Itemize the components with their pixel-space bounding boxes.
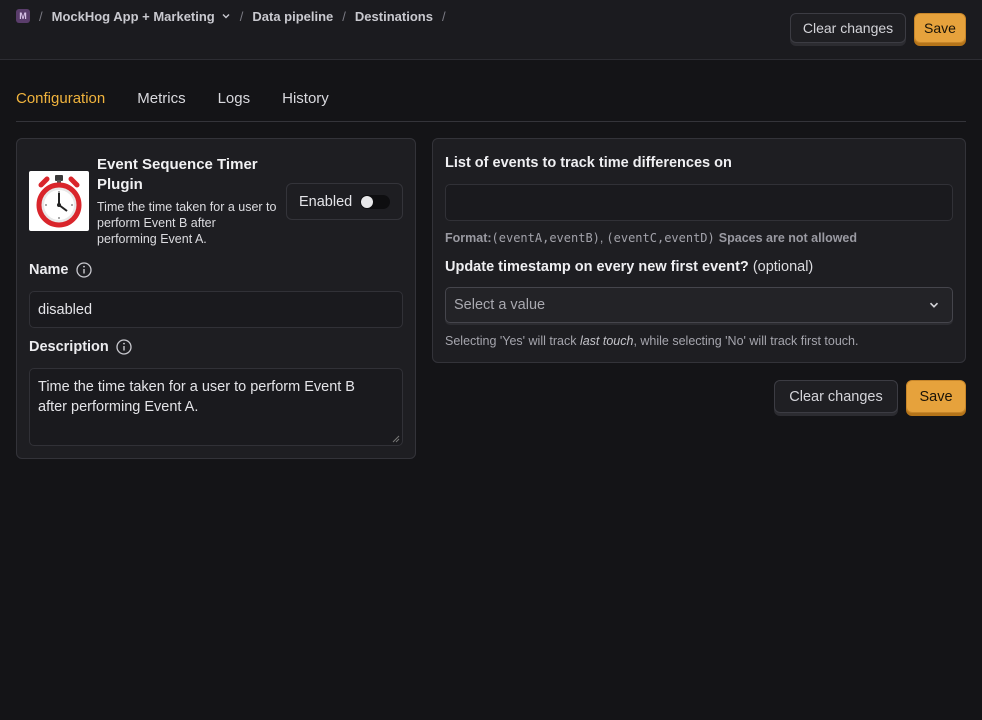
breadcrumb-separator: / (39, 8, 43, 24)
breadcrumb: M / MockHog App + Marketing / Data pipel… (16, 7, 455, 25)
format-example-2: (eventC,eventD) (606, 231, 715, 245)
top-bar: M / MockHog App + Marketing / Data pipel… (0, 0, 982, 60)
enabled-toggle[interactable] (360, 195, 390, 209)
breadcrumb-separator: / (441, 8, 446, 24)
breadcrumb-separator: / (239, 8, 244, 24)
plugin-logo (29, 171, 89, 231)
chevron-down-icon[interactable] (221, 11, 231, 21)
timestamp-label: Update timestamp on every new first even… (445, 259, 749, 275)
info-icon[interactable] (116, 339, 132, 355)
breadcrumb-separator: / (342, 8, 346, 24)
help-emphasis: last touch (579, 334, 634, 348)
clear-changes-button[interactable]: Clear changes (790, 13, 906, 43)
toggle-knob (361, 196, 373, 208)
name-label: Name (29, 262, 69, 278)
breadcrumb-destinations[interactable]: Destinations (355, 9, 433, 24)
save-button[interactable]: Save (914, 13, 966, 43)
tab-configuration[interactable]: Configuration (16, 82, 105, 121)
help-suffix: , while selecting 'No' will track first … (633, 334, 859, 348)
plugin-config-panel: List of events to track time differences… (432, 138, 966, 363)
stopwatch-icon (36, 175, 82, 228)
tab-bar: Configuration Metrics Logs History (16, 82, 966, 122)
breadcrumb-data-pipeline[interactable]: Data pipeline (252, 9, 333, 24)
name-field-label: Name (29, 262, 92, 278)
description-textarea[interactable]: Time the time taken for a user to perfor… (29, 368, 403, 446)
timestamp-field-label: Update timestamp on every new first even… (445, 259, 813, 275)
tab-history[interactable]: History (282, 82, 329, 121)
format-label: Format: (445, 231, 492, 245)
chevron-down-icon (929, 302, 939, 308)
plugin-description: Time the time taken for a user to perfor… (97, 200, 277, 246)
plugin-name: Event Sequence Timer Plugin (97, 156, 258, 193)
name-input[interactable]: disabled (29, 291, 403, 328)
project-badge[interactable]: M (16, 9, 30, 23)
events-list-input[interactable] (445, 184, 953, 221)
clear-changes-button[interactable]: Clear changes (774, 380, 898, 413)
events-list-label: List of events to track time differences… (445, 155, 732, 171)
tab-metrics[interactable]: Metrics (137, 82, 185, 121)
format-comma: , (599, 231, 604, 245)
enabled-label: Enabled (299, 193, 353, 210)
enabled-switch[interactable]: Enabled (286, 183, 403, 220)
help-prefix: Selecting 'Yes' will track (445, 334, 580, 348)
breadcrumb-project[interactable]: MockHog App + Marketing (52, 9, 215, 24)
tab-logs[interactable]: Logs (218, 82, 251, 121)
info-icon[interactable] (75, 262, 92, 278)
format-note: Spaces are not allowed (718, 231, 858, 245)
timestamp-select[interactable]: Select a value (445, 287, 953, 323)
save-button[interactable]: Save (906, 380, 966, 413)
description-field-label: Description (29, 339, 132, 355)
format-hint: Format: (eventA,eventB) , (eventC,eventD… (445, 231, 857, 245)
plugin-info-panel: Event Sequence Timer Plugin Time the tim… (16, 138, 416, 459)
description-textarea-value: Time the time taken for a user to perfor… (38, 379, 355, 415)
name-input-value: disabled (38, 302, 93, 318)
resize-handle-icon[interactable] (392, 435, 400, 443)
description-label: Description (29, 339, 109, 355)
timestamp-help-text: Selecting 'Yes' will track last touch, w… (445, 334, 858, 348)
format-example-1: (eventA,eventB) (491, 231, 600, 245)
optional-tag: (optional) (752, 259, 814, 275)
timestamp-select-placeholder: Select a value (454, 297, 546, 313)
